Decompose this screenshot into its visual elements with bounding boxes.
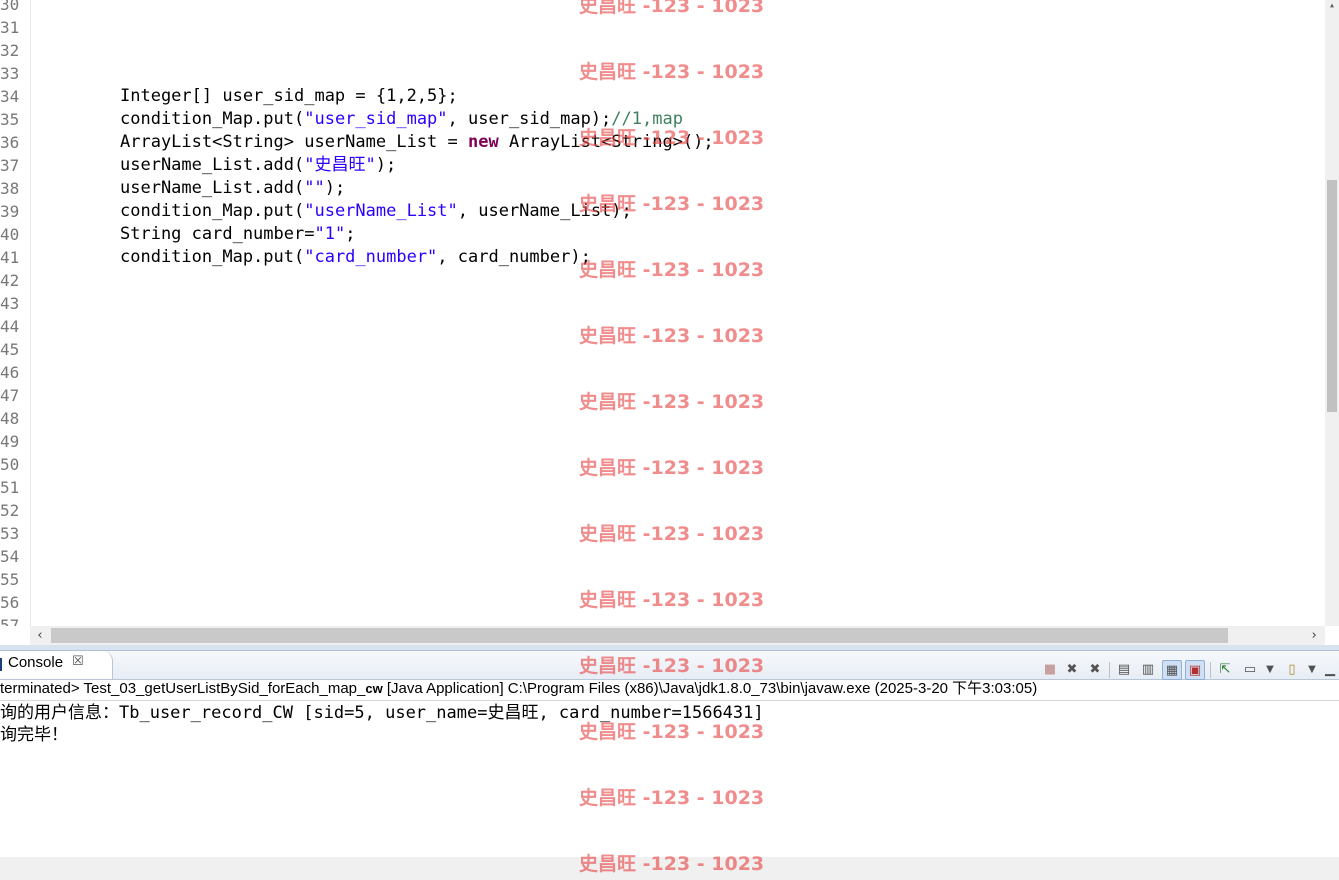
code-line[interactable]: String card_number="1"; (120, 223, 355, 246)
status-class-suffix: cw (365, 681, 383, 696)
code-token: condition_Map.put( (120, 247, 305, 267)
string-literal: "1" (314, 224, 346, 244)
code-token: userName_List.add( (120, 178, 305, 198)
status-suffix: [Java Application] C:\Program Files (x86… (382, 680, 1038, 697)
remove-launch-icon[interactable]: ✖ (1062, 660, 1082, 680)
code-token: , card_number); (437, 247, 591, 267)
tab-console-label: Console (8, 654, 64, 671)
scroll-lock-icon[interactable]: ▥ (1138, 660, 1158, 680)
console-icon (0, 658, 2, 671)
code-token: condition_Map.put( (120, 109, 305, 129)
display-console-icon[interactable]: ▭ (1240, 660, 1260, 680)
code-area[interactable]: Integer[] user_sid_map = {1,2,5}; conditi… (0, 0, 1325, 626)
code-line[interactable]: condition_Map.put("card_number", card_nu… (120, 246, 591, 269)
console-view: Console ☒ ■ ✖ ✖ ▤ ▥ ▦ ▣ ⇱ ▭ ▼ ▯ ▼ ▁ term… (0, 645, 1339, 880)
display-console-menu-icon[interactable]: ▼ (1260, 660, 1280, 680)
code-token: ); (375, 155, 397, 175)
toolbar-separator (1210, 662, 1211, 678)
open-console-icon[interactable]: ▯ (1282, 660, 1302, 680)
code-token: , userName_List); (457, 201, 632, 221)
code-token: userName_List.add( (120, 155, 305, 175)
minimize-icon[interactable]: ▁ (1320, 660, 1339, 680)
comment: //1,map (611, 109, 683, 129)
code-token: , user_sid_map); (447, 109, 612, 129)
show-on-stdout-icon[interactable]: ▣ (1185, 660, 1205, 680)
code-line[interactable]: userName_List.add(""); (120, 177, 345, 200)
open-console-menu-icon[interactable]: ▼ (1302, 660, 1322, 680)
console-output-line-1: 查询的用户信息：Tb_user_record_CW [sid=5, user_n… (0, 703, 764, 723)
keyword: new (468, 132, 499, 152)
code-line[interactable]: userName_List.add("史昌旺"); (120, 154, 396, 177)
code-token: ; (345, 224, 356, 244)
code-token: condition_Map.put( (120, 201, 305, 221)
remove-all-terminated-icon[interactable]: ✖ (1085, 660, 1105, 680)
horizontal-scrollbar[interactable]: ‹ › (30, 626, 1325, 645)
horizontal-scroll-thumb[interactable] (51, 628, 1228, 643)
console-horizontal-scrollbar[interactable] (0, 857, 1339, 880)
status-divider (0, 700, 1339, 701)
tab-console[interactable]: Console ☒ (0, 651, 113, 679)
scroll-up-arrow-icon[interactable]: ▴ (1326, 0, 1338, 12)
string-literal: "史昌旺" (304, 155, 376, 175)
vertical-scroll-thumb[interactable] (1327, 180, 1337, 412)
scroll-left-arrow-icon[interactable]: ‹ (32, 626, 48, 645)
string-literal: "userName_List" (304, 201, 458, 221)
string-literal: "user_sid_map" (304, 109, 448, 129)
code-token: Integer[] user_sid_map = {1,2,5}; (120, 86, 458, 106)
code-line[interactable]: Integer[] user_sid_map = {1,2,5}; (120, 85, 458, 108)
code-token: ArrayList<String> userName_List = (120, 132, 468, 152)
console-tab-bar: Console ☒ ■ ✖ ✖ ▤ ▥ ▦ ▣ ⇱ ▭ ▼ ▯ ▼ ▁ (0, 651, 1339, 680)
pin-console-icon[interactable]: ⇱ (1215, 660, 1235, 680)
code-editor[interactable]: 30 31 32 33 34 35 36 37 38 39 40 41 42 43 44 45 46 47 48 49… (0, 0, 1339, 645)
code-token: ); (324, 178, 346, 198)
scroll-right-arrow-icon[interactable]: › (1306, 626, 1322, 645)
clear-console-icon[interactable]: ▤ (1114, 660, 1134, 680)
code-line[interactable]: condition_Map.put("userName_List", userN… (120, 200, 632, 223)
launch-status-line: terminated> Test_03_getUserListBySid_for… (0, 679, 1339, 699)
toolbar-separator (1109, 662, 1110, 678)
word-wrap-icon[interactable]: ▦ (1162, 660, 1182, 680)
code-line[interactable]: ArrayList<String> userName_List = new Ar… (120, 131, 714, 154)
string-literal: "card_number" (304, 247, 438, 267)
string-literal: "" (304, 178, 325, 198)
status-prefix: terminated> Test_03_getUserListBySid_for… (0, 680, 366, 697)
terminate-icon[interactable]: ■ (1040, 660, 1060, 680)
code-token: String card_number= (120, 224, 315, 244)
code-line[interactable]: condition_Map.put("user_sid_map", user_s… (120, 108, 683, 131)
console-output-line-2: 查询完毕！ (0, 725, 68, 745)
code-token: ArrayList<String>(); (498, 132, 714, 152)
close-icon[interactable]: ☒ (72, 654, 84, 669)
vertical-scrollbar[interactable] (1325, 0, 1339, 626)
